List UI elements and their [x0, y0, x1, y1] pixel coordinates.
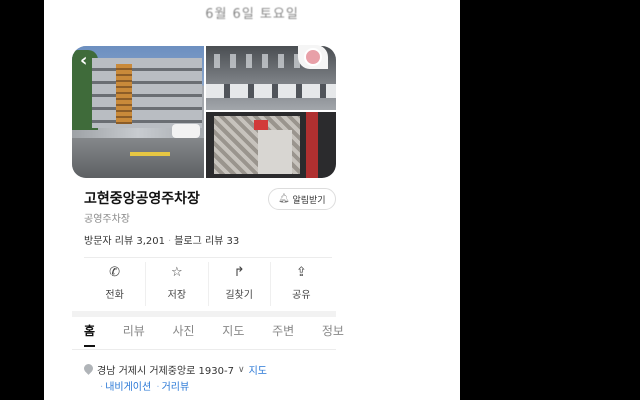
review-summary: 방문자 리뷰 3,201 · 블로그 리뷰 33: [84, 236, 240, 247]
right-background: [460, 0, 640, 400]
photo-parking-entrance[interactable]: [206, 112, 336, 178]
tab-photos[interactable]: 사진: [173, 322, 195, 347]
tab-info[interactable]: 정보: [322, 322, 344, 347]
directions-button[interactable]: ↱ 길찾기: [209, 262, 271, 306]
tab-map[interactable]: 지도: [222, 322, 244, 347]
photo-gallery[interactable]: [72, 46, 336, 178]
address-row: 경남 거제시 거제중앙로 1930-7 ∨ 지도: [84, 362, 267, 378]
blog-reviews-link[interactable]: 블로그 리뷰 33: [174, 236, 239, 247]
tab-home[interactable]: 홈: [84, 322, 96, 347]
divider: [84, 257, 332, 258]
call-button[interactable]: ✆ 전화: [84, 262, 147, 306]
chevron-left-icon[interactable]: ‹: [80, 50, 87, 71]
tab-nearby[interactable]: 주변: [272, 322, 294, 347]
map-link[interactable]: 지도: [249, 362, 267, 377]
alert-button[interactable]: 🔔︎ 알림받기: [268, 188, 336, 210]
action-bar: ✆ 전화 ☆ 저장 ↱ 길찾기 ⇪ 공유: [84, 262, 332, 306]
place-category: 공영주차장: [84, 214, 130, 225]
tab-reviews[interactable]: 리뷰: [123, 322, 145, 347]
section-separator: [72, 311, 336, 317]
place-title: 고현중앙공영주차장: [84, 191, 200, 207]
date-header: 6월 6일 토요일: [205, 7, 299, 22]
bell-icon: 🔔︎: [278, 194, 290, 204]
map-pin-icon: [84, 364, 93, 375]
share-button[interactable]: ⇪ 공유: [271, 262, 332, 306]
navigation-link[interactable]: 내비게이션: [105, 382, 151, 393]
address-text[interactable]: 경남 거제시 거제중앙로 1930-7: [97, 362, 234, 377]
tabs-underline: [72, 349, 336, 350]
left-background: [0, 0, 44, 400]
address-links: · 내비게이션 · 거리뷰: [100, 382, 190, 393]
share-icon: ⇪: [295, 265, 307, 280]
direction-arrow-icon: ↱: [233, 265, 245, 280]
place-detail-screen: 6월 6일 토요일 ‹ 고현중앙공영주차장 공영주차장 🔔︎ 알림받기 방문자 …: [44, 0, 460, 400]
tab-bar: 홈 리뷰 사진 지도 주변 정보: [84, 322, 344, 347]
chevron-down-icon[interactable]: ∨: [238, 365, 245, 375]
visitor-reviews-link[interactable]: 방문자 리뷰 3,201: [84, 236, 165, 247]
star-icon: ☆: [171, 265, 183, 280]
save-button[interactable]: ☆ 저장: [146, 262, 209, 306]
phone-icon: ✆: [109, 265, 121, 280]
alert-label: 알림받기: [292, 195, 326, 206]
profile-badge-icon[interactable]: [298, 45, 328, 69]
photo-building-exterior[interactable]: [72, 46, 204, 178]
streetview-link[interactable]: 거리뷰: [162, 382, 190, 393]
